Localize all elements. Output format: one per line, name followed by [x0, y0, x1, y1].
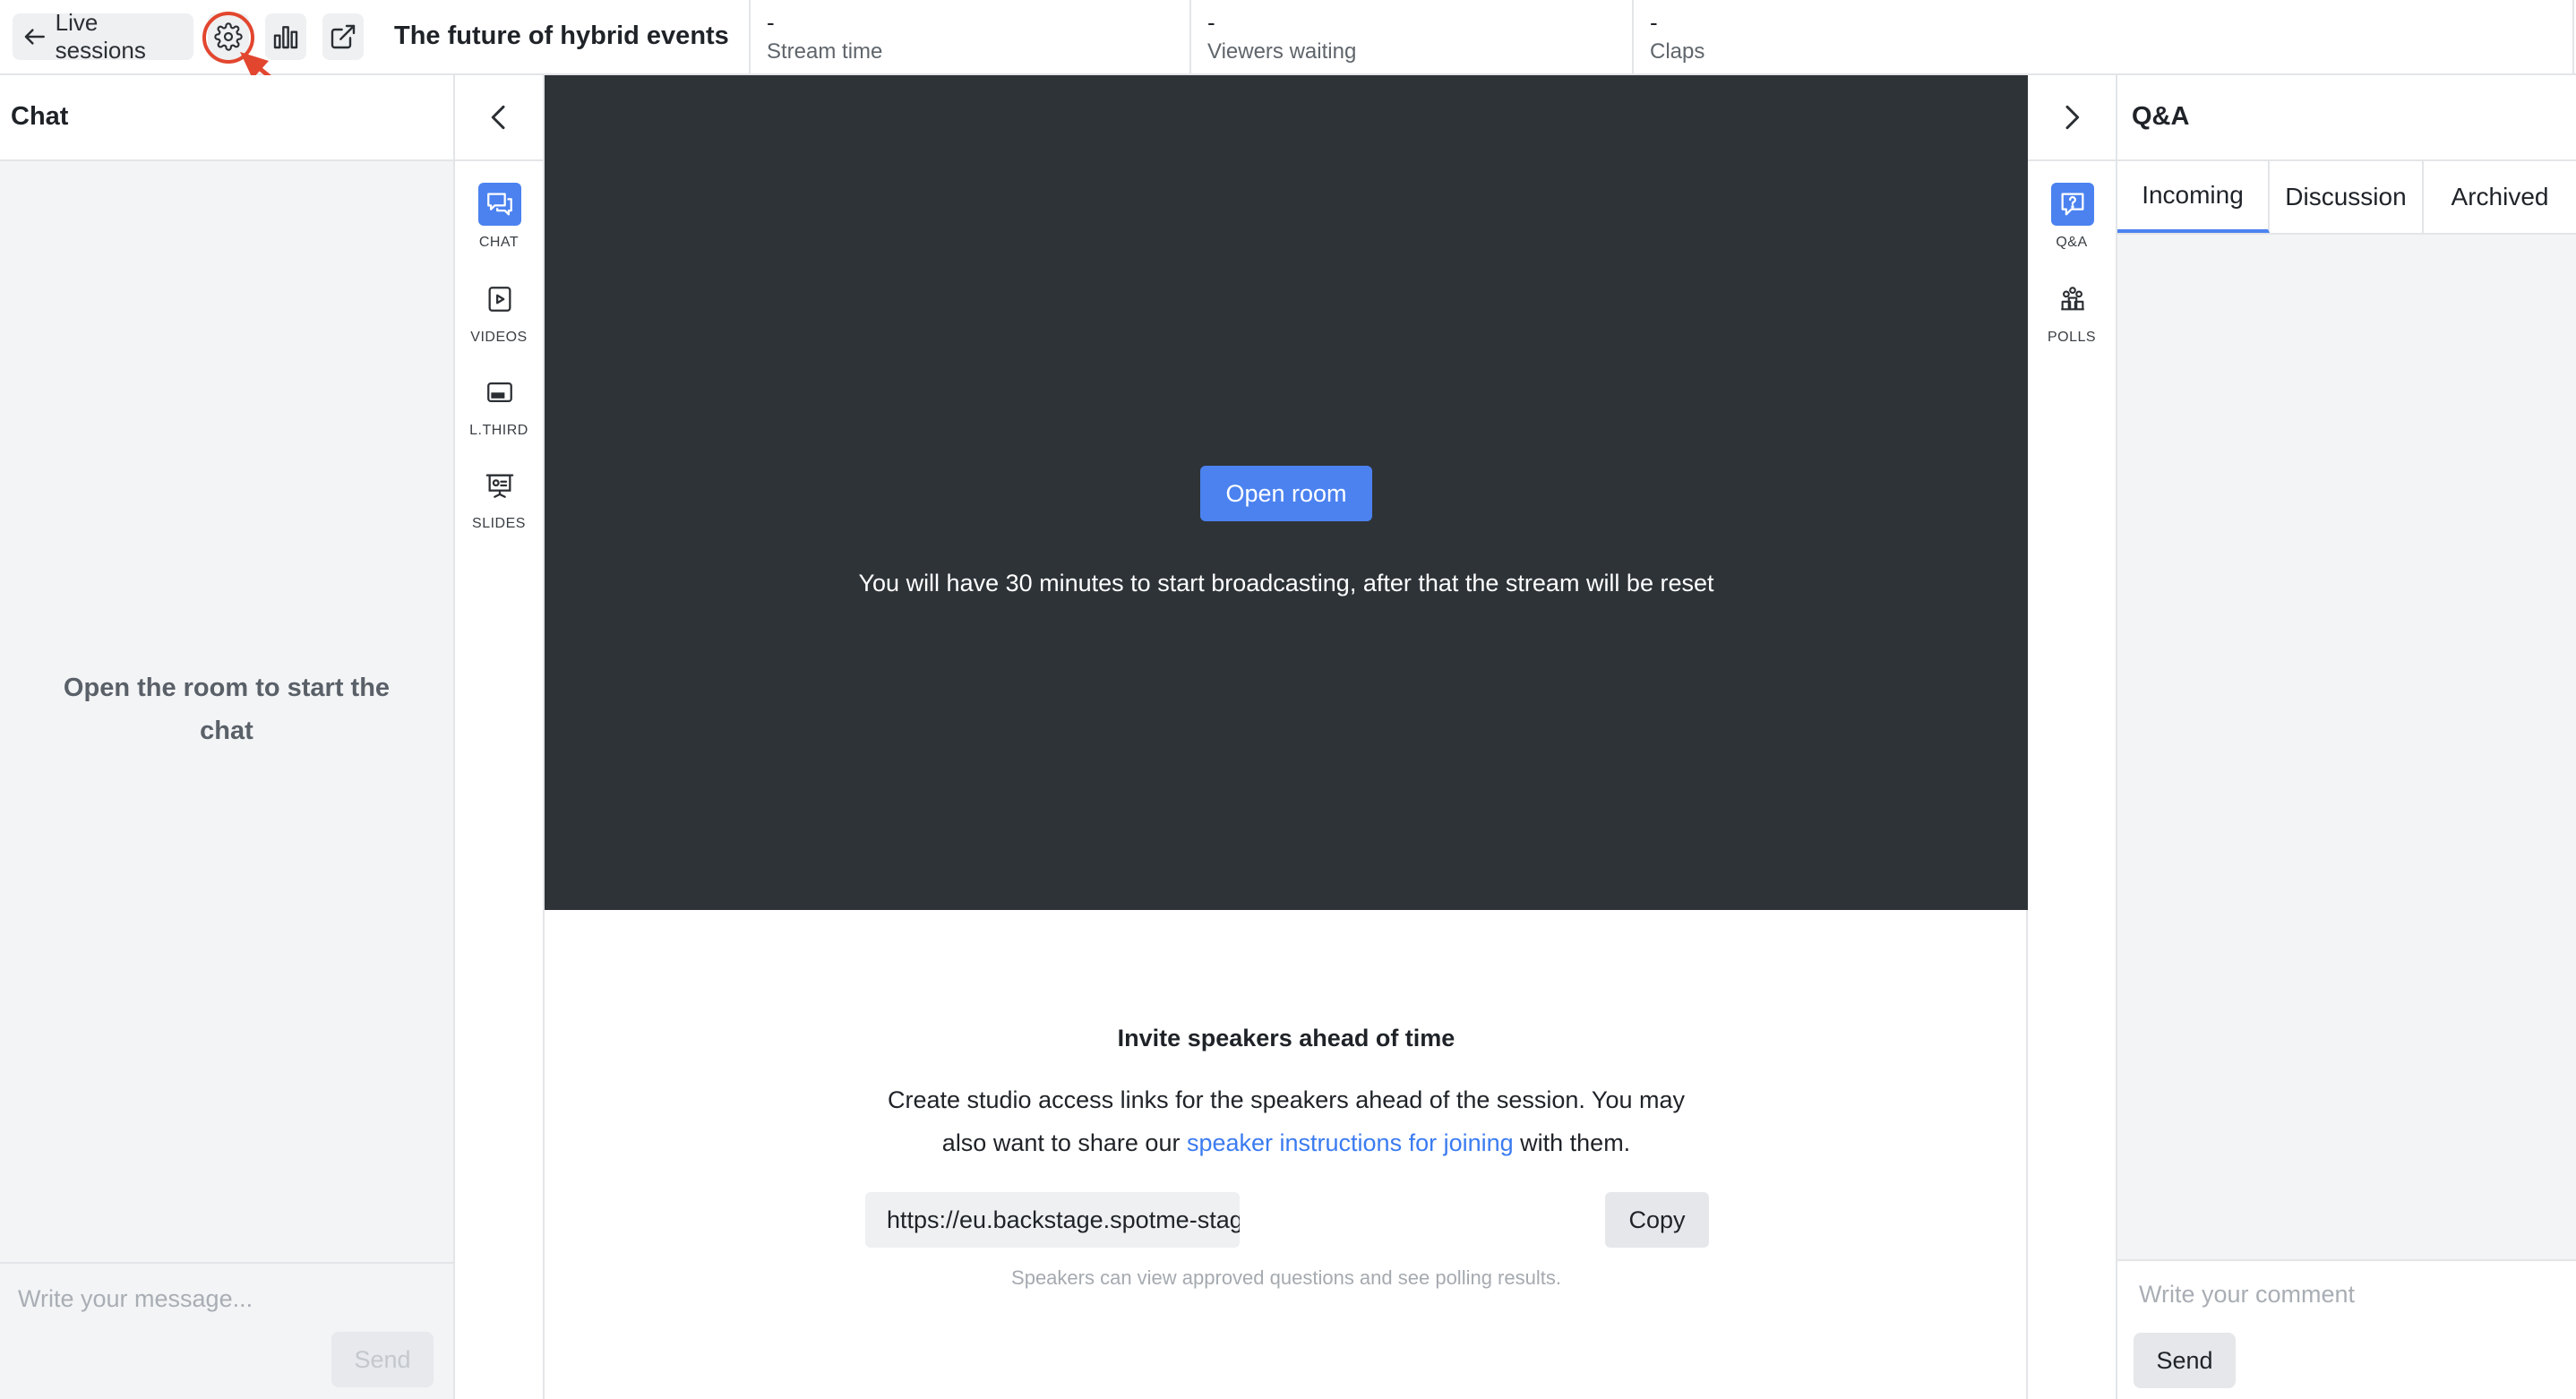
- invite-hint: Speakers can view approved questions and…: [1011, 1266, 1561, 1289]
- stat-label: Claps: [1650, 39, 1705, 64]
- stream-stage: Open room You will have 30 minutes to st…: [545, 75, 2028, 910]
- chat-composer: Write your message... Send: [0, 1262, 453, 1399]
- arrow-left-icon: [24, 29, 45, 45]
- chat-empty-message: Open the room to start the chat: [63, 674, 391, 745]
- external-link-icon: [331, 24, 356, 49]
- stat-stream-time: - Stream time: [749, 0, 1191, 73]
- tool-videos[interactable]: VIDEOS: [455, 278, 543, 358]
- stat-claps: - Claps: [1632, 0, 2572, 73]
- qa-send-button[interactable]: Send: [2134, 1333, 2236, 1388]
- invite-description: Create studio access links for the speak…: [867, 1078, 1705, 1164]
- session-title: The future of hybrid events: [394, 21, 729, 50]
- speaker-instructions-link[interactable]: speaker instructions for joining: [1187, 1129, 1514, 1156]
- chat-panel: Chat Open the room to start the chat Wri…: [0, 75, 455, 1399]
- stat-value: -: [1650, 9, 1658, 36]
- top-bar: Live sessions The future of hybrid event…: [0, 0, 2576, 75]
- qa-title: Q&A: [2132, 102, 2190, 131]
- back-to-live-sessions-button[interactable]: Live sessions: [13, 9, 193, 64]
- qa-comment-input[interactable]: Write your comment: [2139, 1281, 2355, 1309]
- chat-message-input[interactable]: Write your message...: [18, 1285, 253, 1313]
- left-tool-rail: CHAT VIDEOS L.THIRD SLIDES: [455, 75, 545, 1399]
- tool-chat[interactable]: CHAT: [455, 183, 543, 263]
- people-poll-icon: [2051, 278, 2094, 321]
- speaker-access-link-field[interactable]: https://eu.backstage.spotme-stage.com/li…: [865, 1192, 1240, 1248]
- right-tool-rail: Q&A POLLS: [2028, 75, 2117, 1399]
- chevron-right-icon: [2065, 105, 2080, 130]
- stat-value: -: [1207, 9, 1215, 36]
- question-bubble-icon: [2051, 183, 2094, 226]
- tool-slides[interactable]: SLIDES: [455, 464, 543, 545]
- tool-label: POLLS: [2047, 330, 2097, 345]
- collapse-qa-button[interactable]: [2028, 75, 2116, 161]
- stat-value: -: [767, 9, 775, 36]
- stat-viewers-waiting: - Viewers waiting: [1189, 0, 1632, 73]
- tool-lower-third[interactable]: L.THIRD: [455, 371, 543, 451]
- open-room-button[interactable]: Open room: [1200, 466, 1372, 521]
- chat-title: Chat: [11, 102, 69, 131]
- tool-polls[interactable]: POLLS: [2028, 278, 2116, 358]
- tool-label: Q&A: [2056, 235, 2088, 250]
- tool-label: CHAT: [478, 235, 519, 250]
- tool-qa[interactable]: Q&A: [2028, 183, 2116, 263]
- stat-label: Viewers waiting: [1207, 39, 1357, 64]
- chat-bubbles-icon: [478, 183, 521, 226]
- qa-panel: Q&A Incoming Discussion Archived Write y…: [2117, 75, 2576, 1399]
- invite-desc-text-end: with them.: [1513, 1129, 1631, 1156]
- invite-title: Invite speakers ahead of time: [1117, 1025, 1455, 1051]
- tool-label: VIDEOS: [470, 330, 528, 345]
- presentation-icon: [478, 464, 521, 507]
- collapse-chat-button[interactable]: [455, 75, 543, 161]
- tool-label: SLIDES: [472, 516, 526, 531]
- lower-third-icon: [478, 371, 521, 414]
- topbar-divider: [2572, 0, 2574, 75]
- stat-label: Stream time: [767, 39, 883, 64]
- back-button-label: Live sessions: [55, 9, 146, 64]
- invite-speakers-section: Invite speakers ahead of time Create stu…: [545, 910, 2028, 1399]
- bar-chart-icon: [273, 26, 298, 49]
- qa-header: Q&A: [2117, 75, 2576, 161]
- tab-archived[interactable]: Archived: [2424, 161, 2576, 233]
- chat-send-button[interactable]: Send: [331, 1332, 434, 1387]
- video-file-icon: [478, 278, 521, 321]
- qa-composer: Write your comment Send: [2117, 1259, 2576, 1399]
- tab-discussion[interactable]: Discussion: [2270, 161, 2424, 233]
- copy-link-button[interactable]: Copy: [1605, 1192, 1709, 1248]
- tab-incoming[interactable]: Incoming: [2117, 161, 2270, 233]
- chat-header: Chat: [0, 75, 453, 161]
- tool-label: L.THIRD: [469, 423, 528, 438]
- chevron-left-icon: [491, 105, 505, 130]
- qa-tabs: Incoming Discussion Archived: [2117, 161, 2576, 235]
- broadcast-time-note: You will have 30 minutes to start broadc…: [858, 570, 1714, 597]
